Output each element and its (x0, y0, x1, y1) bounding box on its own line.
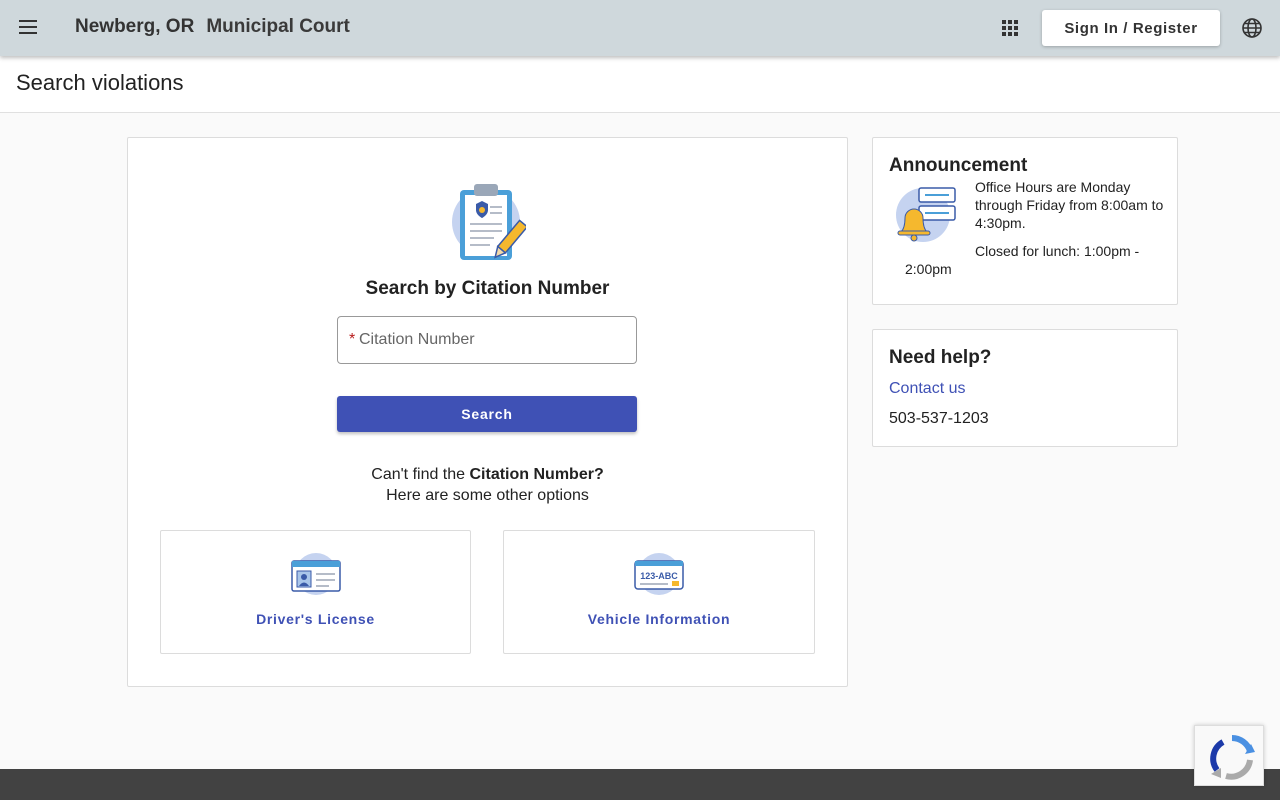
page-title: Search violations (16, 70, 184, 95)
contact-us-link[interactable]: Contact us (889, 380, 965, 398)
citation-number-input[interactable] (359, 329, 629, 351)
globe-language-icon[interactable] (1241, 17, 1263, 39)
other-options-line: Here are some other options (386, 487, 589, 504)
sign-in-register-button[interactable]: Sign In / Register (1042, 10, 1220, 46)
required-asterisk: * (349, 331, 356, 348)
court-title: Newberg, OR Municipal Court (75, 16, 350, 38)
drivers-license-option[interactable]: Driver's License (160, 530, 471, 654)
announcement-card: Announcement Office Hours are Monday thr… (872, 137, 1178, 305)
cant-find-prefix: Can't find the (371, 466, 466, 483)
drivers-license-icon (291, 553, 341, 595)
page-header: Search violations (0, 56, 1280, 113)
cant-find-line: Can't find the Citation Number? (127, 464, 848, 485)
drivers-license-label: Driver's License (256, 611, 375, 627)
menu-icon[interactable] (16, 16, 40, 40)
search-heading: Search by Citation Number (365, 278, 610, 299)
need-help-title: Need help? (889, 347, 992, 368)
bell-announcement-icon (896, 187, 956, 242)
page-footer (0, 769, 1280, 800)
apps-grid-icon[interactable] (1000, 18, 1020, 38)
plate-text: 123-ABC (640, 571, 678, 581)
need-help-card: Need help? Contact us 503-537-1203 (872, 329, 1178, 447)
search-button[interactable]: Search (337, 396, 637, 432)
license-plate-icon: 123-ABC (634, 553, 684, 595)
city-name: Newberg, OR (75, 16, 195, 37)
court-name: Municipal Court (206, 16, 350, 37)
vehicle-information-label: Vehicle Information (587, 611, 731, 627)
other-options-text: Can't find the Citation Number? Here are… (127, 464, 848, 506)
recaptcha-icon (1210, 735, 1255, 780)
vehicle-information-option[interactable]: 123-ABC Vehicle Information (503, 530, 815, 654)
recaptcha-badge[interactable] (1194, 725, 1264, 786)
office-hours-text: Office Hours are Monday through Friday f… (975, 179, 1164, 231)
cant-find-bold: Citation Number? (469, 466, 604, 483)
announcement-title: Announcement (889, 155, 1028, 176)
lunch-hours-end: 2:00pm (905, 261, 952, 277)
clipboard-icon (452, 184, 526, 260)
citation-number-field[interactable]: * (337, 316, 637, 364)
phone-number: 503-537-1203 (889, 410, 989, 427)
lunch-hours-text: Closed for lunch: 1:00pm - (975, 243, 1140, 259)
top-app-bar: Newberg, OR Municipal Court Sign In / Reg… (0, 0, 1280, 56)
